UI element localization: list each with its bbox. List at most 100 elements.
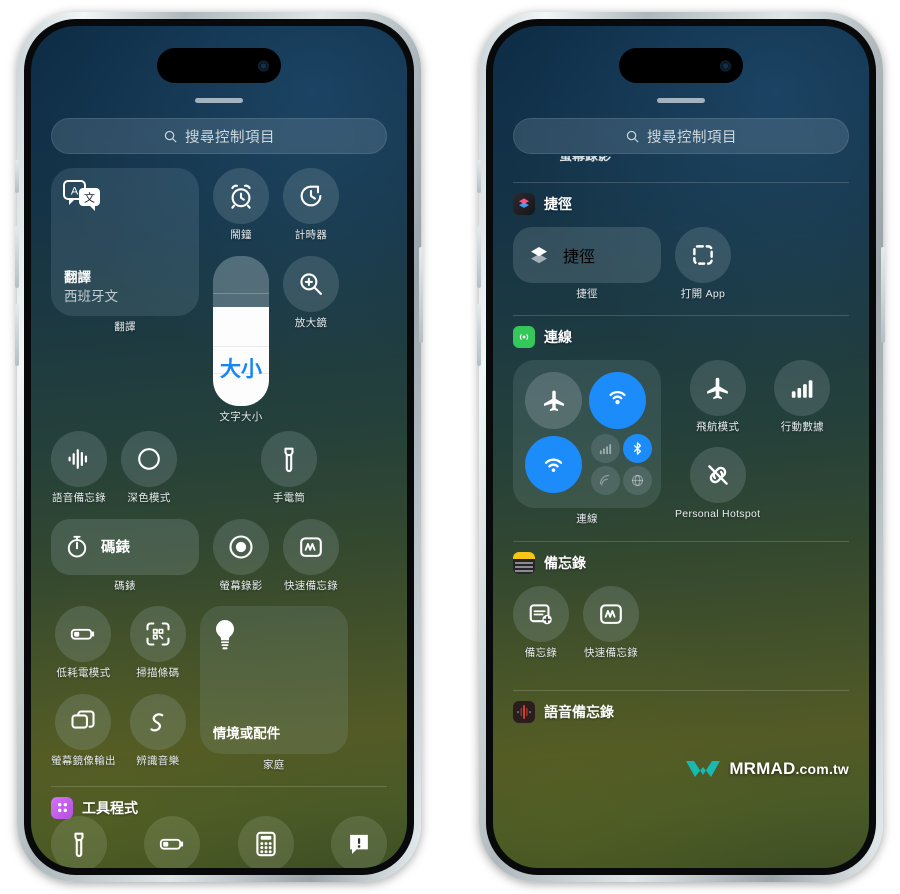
dark-mode-button[interactable] xyxy=(121,431,177,488)
connectivity-section-title: 連線 xyxy=(544,328,572,345)
calculator-icon xyxy=(255,831,276,857)
voice-memo-control[interactable]: 語音備忘錄 xyxy=(51,431,107,505)
side-power-button[interactable] xyxy=(881,247,885,343)
personal-hotspot-control[interactable]: Personal Hotspot xyxy=(675,447,760,521)
shortcuts-pill[interactable]: 捷徑 xyxy=(513,227,661,283)
flashlight-control[interactable]: 手電筒 xyxy=(261,431,317,505)
translate-widget[interactable]: A 文 翻譯 西班牙文 xyxy=(51,168,199,316)
timer-caption: 計時器 xyxy=(294,229,328,241)
screen-mirror-button[interactable] xyxy=(55,693,112,750)
dark-mode-icon xyxy=(138,448,160,471)
flashlight-icon xyxy=(74,832,84,858)
connectivity-module[interactable] xyxy=(513,359,661,508)
control-center-grabber[interactable] xyxy=(657,98,705,103)
scan-code-control[interactable]: 掃描條碼 xyxy=(129,606,186,680)
low-power-control[interactable]: 低耗電模式 xyxy=(51,606,116,680)
search-input[interactable]: 搜尋控制項目 xyxy=(51,118,387,154)
magnifier-control[interactable]: 放大鏡 xyxy=(283,255,339,330)
control-center-grabber[interactable] xyxy=(195,98,243,103)
voice-memo-button[interactable] xyxy=(51,431,107,488)
screenshot-stage: 搜尋控制項目 A 文 翻譯 西班牙文 翻譯 鬧鐘 大小 文字大小 計時器 放大鏡… xyxy=(0,0,900,894)
stopwatch-pill[interactable]: 碼錶 xyxy=(51,518,199,575)
satellite-icon xyxy=(599,474,610,486)
airplane-mode-control[interactable]: 飛航模式 xyxy=(675,359,760,434)
battery-low-icon xyxy=(71,629,95,640)
battery-low-icon xyxy=(160,838,184,850)
dark-mode-control[interactable]: 深色模式 xyxy=(121,431,177,505)
utility-calculator-button[interactable] xyxy=(237,816,294,868)
new-note-control[interactable]: 備忘錄 xyxy=(513,586,569,660)
quick-note-button[interactable] xyxy=(283,518,339,575)
cellular-toggle[interactable] xyxy=(591,433,620,463)
volume-down-button[interactable] xyxy=(477,304,481,366)
bluetooth-toggle[interactable] xyxy=(623,433,652,463)
quick-note-control[interactable]: 快速備忘錄 xyxy=(283,518,339,593)
alarm-button[interactable] xyxy=(213,168,269,224)
low-power-button[interactable] xyxy=(55,606,112,663)
volume-down-button[interactable] xyxy=(15,304,19,366)
shortcuts-row: 捷徑 捷徑 打開 App xyxy=(513,227,849,301)
open-app-button[interactable] xyxy=(675,227,731,283)
screen-record-control[interactable]: 螢幕錄影 xyxy=(213,518,269,593)
voice-memos-section-header: 語音備忘錄 xyxy=(513,700,849,723)
alarm-control[interactable]: 鬧鐘 xyxy=(213,168,269,242)
svg-text:A: A xyxy=(71,186,79,198)
alert-bubble-icon xyxy=(350,834,368,855)
airplane-hotspot-column: 飛航模式 Personal Hotspot xyxy=(675,359,760,526)
quick-note-control[interactable]: 快速備忘錄 xyxy=(583,586,639,660)
cellular-data-control[interactable]: 行動數據 xyxy=(774,359,831,434)
airplane-mode-toggle[interactable] xyxy=(525,371,582,429)
volume-up-button[interactable] xyxy=(15,226,19,288)
qr-scan-icon xyxy=(146,622,170,646)
cellular-bars-icon xyxy=(599,443,612,454)
new-note-button[interactable] xyxy=(513,586,569,643)
magnifier-button[interactable] xyxy=(283,255,339,312)
lightbulb-icon xyxy=(215,620,234,650)
home-widget[interactable]: 情境或配件 xyxy=(199,606,348,755)
new-note-caption: 備忘錄 xyxy=(524,647,558,660)
volume-up-button[interactable] xyxy=(477,226,481,288)
action-button[interactable] xyxy=(477,160,481,193)
open-app-control[interactable]: 打開 App xyxy=(675,227,731,301)
alarm-caption: 鬧鐘 xyxy=(230,229,252,241)
text-size-slider[interactable]: 大小 xyxy=(213,255,269,406)
shortcuts-icon xyxy=(531,247,547,264)
magnifier-caption: 放大鏡 xyxy=(294,316,328,329)
magnifier-icon xyxy=(300,272,322,295)
screen-mirror-control[interactable]: 螢幕鏡像輸出 xyxy=(51,693,116,768)
phone-left: 搜尋控制項目 A 文 翻譯 西班牙文 翻譯 鬧鐘 大小 文字大小 計時器 放大鏡… xyxy=(15,12,423,882)
cellular-data-button[interactable] xyxy=(774,359,831,416)
shortcuts-section-header: 捷徑 xyxy=(513,193,849,215)
quick-note-button[interactable] xyxy=(583,586,639,643)
action-button[interactable] xyxy=(15,160,19,193)
shortcuts-pill-label: 捷徑 xyxy=(563,249,596,266)
wifi-toggle[interactable] xyxy=(525,435,582,493)
search-input[interactable]: 搜尋控制項目 xyxy=(513,118,849,154)
screen-record-button[interactable] xyxy=(213,518,269,575)
dynamic-island xyxy=(157,48,281,83)
utility-alert-button[interactable] xyxy=(330,816,387,868)
shazam-control[interactable]: 辨識音樂 xyxy=(129,693,186,768)
section-divider xyxy=(513,182,849,183)
airdrop-toggle[interactable] xyxy=(589,371,646,429)
translate-subtitle: 西班牙文 xyxy=(64,289,118,304)
flashlight-button[interactable] xyxy=(261,431,317,488)
shazam-icon xyxy=(150,713,164,732)
section-divider xyxy=(513,541,849,543)
wifi-icon xyxy=(544,458,563,472)
shazam-button[interactable] xyxy=(129,693,186,750)
airplane-mode-caption: 飛航模式 xyxy=(696,420,740,433)
timer-control[interactable]: 計時器 xyxy=(283,168,339,242)
timer-button[interactable] xyxy=(283,168,339,224)
utility-flashlight-button[interactable] xyxy=(51,816,107,868)
scan-code-button[interactable] xyxy=(129,606,186,663)
record-icon xyxy=(229,535,253,559)
vpn-toggle[interactable] xyxy=(623,465,652,495)
utility-low-power-button[interactable] xyxy=(144,816,201,868)
notes-row: 備忘錄 快速備忘錄 xyxy=(513,586,849,660)
airplane-mode-button[interactable] xyxy=(689,359,746,416)
satellite-toggle[interactable] xyxy=(591,465,620,495)
text-size-control[interactable]: 大小 文字大小 xyxy=(213,255,269,424)
personal-hotspot-button[interactable] xyxy=(689,447,746,504)
side-power-button[interactable] xyxy=(419,247,423,343)
